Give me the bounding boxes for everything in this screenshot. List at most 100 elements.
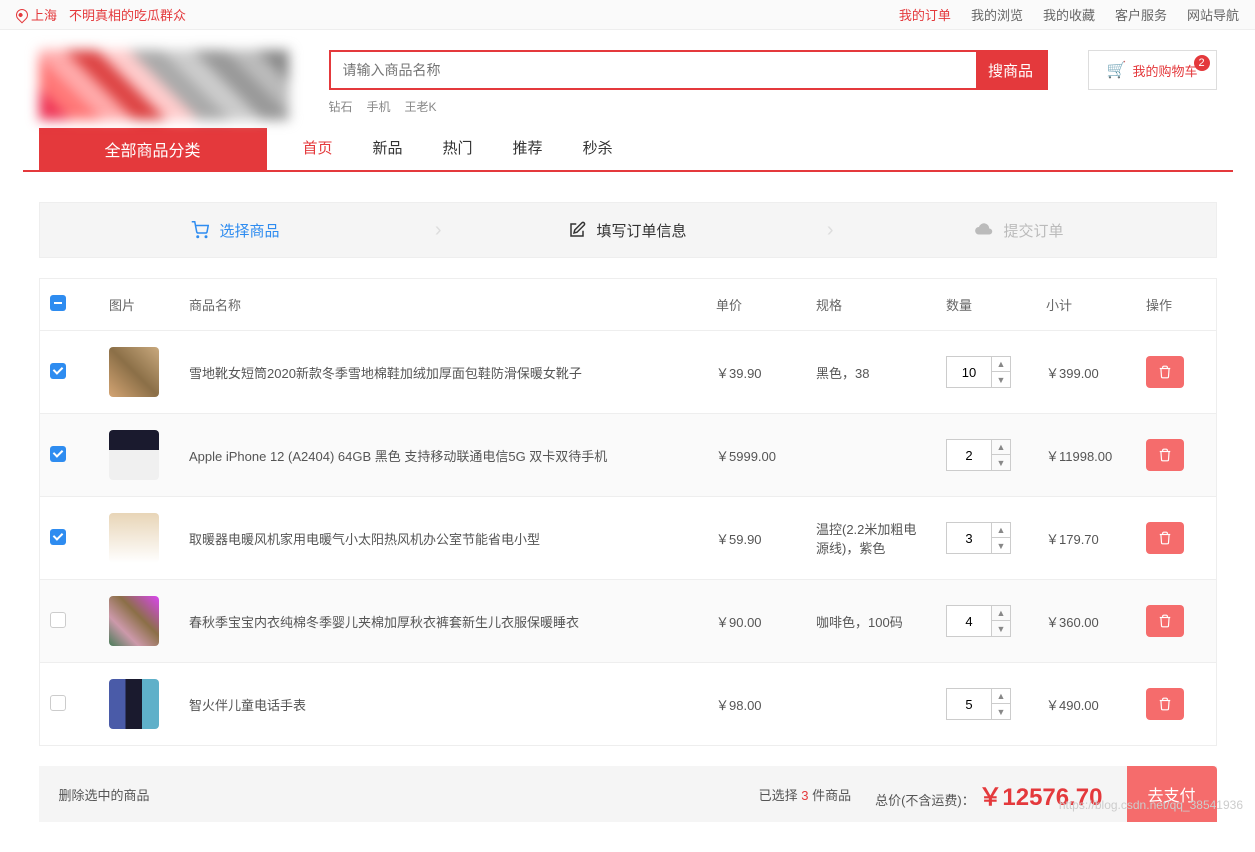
product-image[interactable] bbox=[109, 430, 159, 480]
delete-button[interactable] bbox=[1146, 356, 1184, 388]
quantity-input[interactable] bbox=[947, 357, 991, 387]
qty-down-button[interactable]: ▼ bbox=[992, 372, 1010, 387]
delete-button[interactable] bbox=[1146, 522, 1184, 554]
delete-button[interactable] bbox=[1146, 605, 1184, 637]
product-price: ￥39.90 bbox=[706, 331, 806, 414]
product-price: ￥59.90 bbox=[706, 497, 806, 580]
delete-selected-link[interactable]: 删除选中的商品 bbox=[59, 785, 150, 804]
qty-down-button[interactable]: ▼ bbox=[992, 704, 1010, 719]
product-spec bbox=[806, 663, 936, 746]
delete-button[interactable] bbox=[1146, 439, 1184, 471]
hot-word[interactable]: 钻石 bbox=[329, 98, 353, 115]
nav-home[interactable]: 首页 bbox=[303, 128, 333, 170]
nav-links: 首页 新品 热门 推荐 秒杀 bbox=[303, 128, 613, 170]
qty-up-button[interactable]: ▲ bbox=[992, 523, 1010, 538]
product-spec: 温控(2.2米加粗电源线)，紫色 bbox=[806, 497, 936, 580]
topbar: 上海 不明真相的吃瓜群众 我的订单 我的浏览 我的收藏 客户服务 网站导航 bbox=[0, 0, 1255, 30]
hot-word[interactable]: 王老K bbox=[405, 98, 437, 115]
cart-label: 我的购物车 bbox=[1132, 61, 1197, 80]
category-button[interactable]: 全部商品分类 bbox=[39, 128, 267, 170]
trash-icon bbox=[1158, 531, 1172, 545]
qty-down-button[interactable]: ▼ bbox=[992, 455, 1010, 470]
quantity-stepper[interactable]: ▲ ▼ bbox=[946, 688, 1011, 720]
product-name[interactable]: Apple iPhone 12 (A2404) 64GB 黑色 支持移动联通电信… bbox=[179, 414, 706, 497]
row-checkbox[interactable] bbox=[50, 446, 66, 462]
quantity-stepper[interactable]: ▲ ▼ bbox=[946, 605, 1011, 637]
product-spec: 咖啡色，100码 bbox=[806, 580, 936, 663]
edit-step-icon bbox=[568, 221, 586, 239]
step-select-goods: 选择商品 › bbox=[40, 220, 432, 241]
qty-up-button[interactable]: ▲ bbox=[992, 689, 1010, 704]
hot-words: 钻石 手机 王老K bbox=[329, 98, 1048, 115]
checkout-steps: 选择商品 › 填写订单信息 › 提交订单 bbox=[39, 202, 1217, 258]
product-image[interactable] bbox=[109, 679, 159, 729]
topbar-link-sitemap[interactable]: 网站导航 bbox=[1187, 5, 1239, 24]
product-name[interactable]: 取暖器电暖风机家用电暖气小太阳热风机办公室节能省电小型 bbox=[179, 497, 706, 580]
row-checkbox[interactable] bbox=[50, 363, 66, 379]
cart-footer: 删除选中的商品 已选择 3 件商品 总价(不含运费)： ￥12576.70 去支… bbox=[39, 766, 1217, 822]
quantity-input[interactable] bbox=[947, 523, 991, 553]
nav-recommend[interactable]: 推荐 bbox=[513, 128, 543, 170]
th-name: 商品名称 bbox=[179, 279, 706, 331]
nav-new[interactable]: 新品 bbox=[373, 128, 403, 170]
table-row: 智火伴儿童电话手表 ￥98.00 ▲ ▼ ￥490.00 bbox=[39, 663, 1216, 746]
quantity-stepper[interactable]: ▲ ▼ bbox=[946, 439, 1011, 471]
product-subtotal: ￥179.70 bbox=[1036, 497, 1136, 580]
topbar-link-favorites[interactable]: 我的收藏 bbox=[1043, 5, 1095, 24]
topbar-link-service[interactable]: 客户服务 bbox=[1115, 5, 1167, 24]
product-spec bbox=[806, 414, 936, 497]
product-price: ￥98.00 bbox=[706, 663, 806, 746]
product-spec: 黑色，38 bbox=[806, 331, 936, 414]
step-label: 选择商品 bbox=[219, 220, 279, 241]
product-name[interactable]: 春秋季宝宝内衣纯棉冬季婴儿夹棉加厚秋衣裤套新生儿衣服保暖睡衣 bbox=[179, 580, 706, 663]
search-button[interactable]: 搜商品 bbox=[976, 52, 1046, 88]
cart-button[interactable]: 🛒 我的购物车 2 bbox=[1088, 50, 1217, 90]
product-subtotal: ￥11998.00 bbox=[1036, 414, 1136, 497]
product-image[interactable] bbox=[109, 596, 159, 646]
qty-down-button[interactable]: ▼ bbox=[992, 621, 1010, 636]
total-price: ￥12576.70 bbox=[978, 784, 1102, 811]
table-row: 春秋季宝宝内衣纯棉冬季婴儿夹棉加厚秋衣裤套新生儿衣服保暖睡衣 ￥90.00 咖啡… bbox=[39, 580, 1216, 663]
product-name[interactable]: 雪地靴女短筒2020新款冬季雪地棉鞋加绒加厚面包鞋防滑保暖女靴子 bbox=[179, 331, 706, 414]
quantity-stepper[interactable]: ▲ ▼ bbox=[946, 356, 1011, 388]
qty-down-button[interactable]: ▼ bbox=[992, 538, 1010, 553]
step-submit: 提交订单 bbox=[824, 220, 1216, 241]
row-checkbox[interactable] bbox=[50, 612, 66, 628]
nav-flash[interactable]: 秒杀 bbox=[583, 128, 613, 170]
product-subtotal: ￥399.00 bbox=[1036, 331, 1136, 414]
table-row: Apple iPhone 12 (A2404) 64GB 黑色 支持移动联通电信… bbox=[39, 414, 1216, 497]
quantity-input[interactable] bbox=[947, 440, 991, 470]
location[interactable]: 上海 bbox=[16, 5, 57, 24]
nav-hot[interactable]: 热门 bbox=[443, 128, 473, 170]
footer-right: 已选择 3 件商品 总价(不含运费)： ￥12576.70 去支付 bbox=[759, 766, 1217, 822]
step-fill-order: 填写订单信息 › bbox=[432, 220, 824, 241]
hot-word[interactable]: 手机 bbox=[367, 98, 391, 115]
product-image[interactable] bbox=[109, 513, 159, 563]
th-subtotal: 小计 bbox=[1036, 279, 1136, 331]
topbar-link-browse[interactable]: 我的浏览 bbox=[971, 5, 1023, 24]
qty-up-button[interactable]: ▲ bbox=[992, 357, 1010, 372]
total-area: 总价(不含运费)： ￥12576.70 bbox=[875, 777, 1102, 812]
table-row: 取暖器电暖风机家用电暖气小太阳热风机办公室节能省电小型 ￥59.90 温控(2.… bbox=[39, 497, 1216, 580]
row-checkbox[interactable] bbox=[50, 695, 66, 711]
checkout-button[interactable]: 去支付 bbox=[1127, 766, 1217, 822]
quantity-input[interactable] bbox=[947, 689, 991, 719]
quantity-input[interactable] bbox=[947, 606, 991, 636]
quantity-stepper[interactable]: ▲ ▼ bbox=[946, 522, 1011, 554]
topbar-link-orders[interactable]: 我的订单 bbox=[899, 5, 951, 24]
qty-up-button[interactable]: ▲ bbox=[992, 440, 1010, 455]
select-all-checkbox[interactable] bbox=[50, 295, 66, 311]
upload-step-icon bbox=[975, 221, 993, 239]
topbar-links: 我的订单 我的浏览 我的收藏 客户服务 网站导航 bbox=[899, 5, 1239, 24]
product-name[interactable]: 智火伴儿童电话手表 bbox=[179, 663, 706, 746]
qty-up-button[interactable]: ▲ bbox=[992, 606, 1010, 621]
row-checkbox[interactable] bbox=[50, 529, 66, 545]
product-image[interactable] bbox=[109, 347, 159, 397]
product-price: ￥90.00 bbox=[706, 580, 806, 663]
search-input[interactable] bbox=[331, 52, 976, 88]
delete-button[interactable] bbox=[1146, 688, 1184, 720]
location-text: 上海 bbox=[31, 5, 57, 24]
selected-count: 已选择 3 件商品 bbox=[759, 785, 851, 804]
topbar-left: 上海 不明真相的吃瓜群众 bbox=[16, 5, 186, 24]
logo[interactable] bbox=[39, 50, 289, 120]
